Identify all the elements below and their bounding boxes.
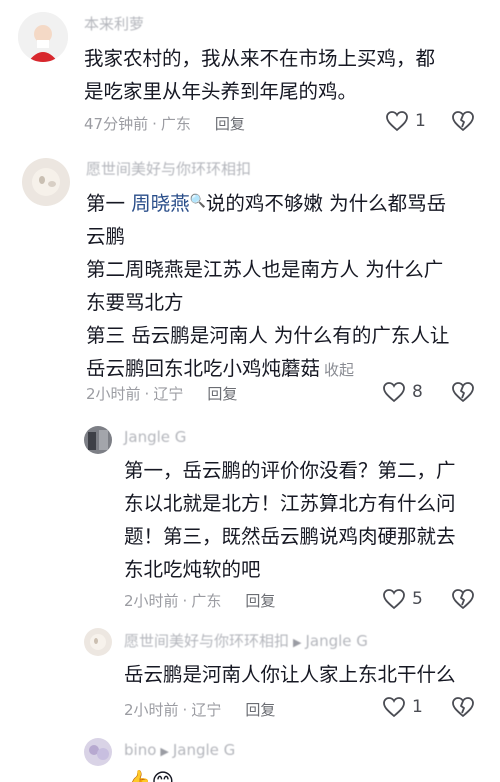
text-line: 第二周晓燕是江苏人也是南方人 为什么广 [86, 258, 444, 281]
broken-heart-icon [452, 111, 474, 131]
reply-comment: bino ▶ Jangle G 👍😊 [0, 730, 500, 782]
comment-text: 岳云鹏是河南人你让人家上东北干什么 [124, 658, 484, 691]
comment-text: 👍😊 [124, 766, 484, 782]
avatar[interactable] [84, 628, 112, 656]
emoji-line: 👍😊 [124, 766, 484, 782]
avatar-image [84, 628, 112, 656]
comment-meta: 2小时前 · 辽宁 回复 [86, 383, 237, 404]
reply-button[interactable]: 回复 [207, 383, 237, 404]
avatar[interactable] [22, 158, 70, 206]
dislike-button[interactable] [451, 588, 475, 614]
timestamp: 47分钟前 [84, 115, 149, 133]
comment-meta: 2小时前 · 辽宁 回复 [124, 699, 275, 720]
like-count: 8 [412, 382, 423, 402]
avatar-image [84, 426, 112, 454]
like-button[interactable]: 1 [385, 110, 426, 132]
like-count: 1 [412, 697, 423, 717]
comment: 愿世间美好与你环环相扣 第一 周晓燕🔍说的鸡不够嫩 为什么都骂岳 云鹏 第二周晓… [0, 150, 500, 410]
username[interactable]: 愿世间美好与你环环相扣 [86, 158, 251, 179]
comment-meta: 2小时前 · 广东 回复 [124, 590, 275, 611]
timestamp: 2小时前 [124, 592, 179, 610]
comment: 本来利萝 我家农村的，我从来不在市场上买鸡，都 是吃家里从年头养到年尾的鸡。 4… [0, 0, 500, 150]
text-segment: 岳云鹏回东北吃小鸡炖蘑菇 [86, 357, 321, 380]
separator: · [144, 384, 150, 403]
text-line: 云鹏 [86, 225, 126, 248]
location: 广东 [191, 592, 222, 610]
like-button[interactable]: 1 [382, 696, 423, 718]
separator: · [182, 700, 188, 719]
username: bino ▶ Jangle G [124, 741, 235, 759]
text-line: 题！第三，既然岳云鹏说鸡肉硬那就去 [124, 525, 456, 548]
reply-button[interactable]: 回复 [215, 113, 245, 134]
collapse-button[interactable]: 收起 [324, 361, 354, 379]
text-line: 东要骂北方 [86, 291, 184, 314]
text-line: 第三 岳云鹏是河南人 为什么有的广东人让 [86, 324, 450, 347]
heart-icon [386, 111, 408, 132]
text-line: 是吃家里从年头养到年尾的鸡。 [84, 80, 358, 103]
text-line: 东北吃炖软的吧 [124, 558, 261, 581]
text-line: 东以北就是北方！江苏算北方有什么问 [124, 492, 456, 515]
text-line: 岳云鹏是河南人你让人家上东北干什么 [124, 663, 456, 686]
avatar-image [84, 738, 112, 766]
text-line: 岳云鹏回东北吃小鸡炖蘑菇 收起 [86, 352, 486, 387]
comment-text: 我家农村的，我从来不在市场上买鸡，都 是吃家里从年头养到年尾的鸡。 [84, 42, 484, 108]
reply-target[interactable]: Jangle G [173, 741, 235, 759]
avatar-image [22, 158, 70, 206]
reply-arrow-icon: ▶ [160, 745, 169, 758]
reply-button[interactable]: 回复 [245, 590, 275, 611]
like-button[interactable]: 5 [382, 588, 423, 610]
username[interactable]: Jangle G [124, 428, 186, 446]
reply-target[interactable]: Jangle G [305, 632, 367, 650]
location: 辽宁 [153, 385, 184, 403]
like-count: 1 [415, 111, 426, 131]
separator: · [152, 114, 157, 133]
timestamp: 2小时前 [86, 385, 141, 403]
text-line: 我家农村的，我从来不在市场上买鸡，都 [84, 47, 436, 70]
separator: · [182, 591, 188, 610]
avatar[interactable] [84, 738, 112, 766]
reply-comment: Jangle G 第一，岳云鹏的评价你没看？第二，广 东以北就是北方！江苏算北方… [0, 410, 500, 620]
heart-icon [383, 589, 405, 610]
avatar[interactable] [18, 12, 68, 62]
avatar[interactable] [84, 426, 112, 454]
broken-heart-icon [452, 382, 474, 402]
broken-heart-icon [452, 697, 474, 717]
like-button[interactable]: 8 [382, 381, 423, 403]
location: 广东 [160, 115, 191, 133]
comment-text: 第一，岳云鹏的评价你没看？第二，广 东以北就是北方！江苏算北方有什么问 题！第三… [124, 454, 484, 586]
location: 辽宁 [191, 701, 222, 719]
text-segment: 说的鸡不够嫩 为什么都骂岳 [205, 192, 447, 215]
like-count: 5 [412, 589, 423, 609]
reply-arrow-icon: ▶ [293, 636, 302, 649]
dislike-button[interactable] [451, 381, 475, 407]
text-segment: 第一 [86, 192, 132, 215]
mention-text: 周晓燕 [131, 192, 190, 215]
username-link[interactable]: bino [124, 741, 156, 759]
avatar-image [18, 12, 68, 62]
reply-button[interactable]: 回复 [245, 699, 275, 720]
timestamp: 2小时前 [124, 701, 179, 719]
username-link[interactable]: 愿世间美好与你环环相扣 [124, 632, 289, 650]
reply-comment: 愿世间美好与你环环相扣 ▶ Jangle G 岳云鹏是河南人你让人家上东北干什么 2… [0, 620, 500, 730]
comment-meta: 47分钟前 · 广东 回复 [84, 113, 245, 134]
heart-icon [383, 382, 405, 403]
search-icon: 🔍 [189, 194, 206, 209]
text-line: 第一，岳云鹏的评价你没看？第二，广 [124, 459, 456, 482]
dislike-button[interactable] [451, 110, 475, 136]
heart-icon [383, 697, 405, 718]
username: 愿世间美好与你环环相扣 ▶ Jangle G [124, 630, 368, 651]
text-line: 第一 周晓燕🔍说的鸡不够嫩 为什么都骂岳 [86, 185, 486, 220]
mention-link[interactable]: 周晓燕🔍 [131, 192, 206, 215]
comment-text: 第一 周晓燕🔍说的鸡不够嫩 为什么都骂岳 云鹏 第二周晓燕是江苏人也是南方人 为… [86, 185, 486, 387]
username[interactable]: 本来利萝 [84, 13, 144, 34]
dislike-button[interactable] [451, 696, 475, 722]
broken-heart-icon [452, 589, 474, 609]
